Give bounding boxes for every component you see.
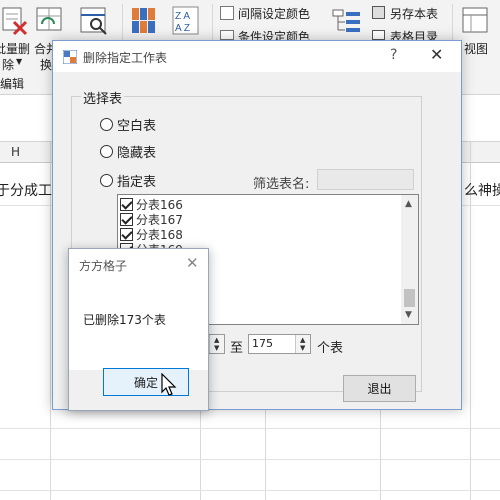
radio-label: 空白表 bbox=[117, 119, 157, 134]
radio-button[interactable] bbox=[100, 174, 113, 187]
dialog-titlebar[interactable]: 删除指定工作表 ? ✕ bbox=[53, 41, 461, 72]
conditional-color-icon bbox=[220, 30, 234, 40]
message-body: 已删除173个表 bbox=[69, 280, 208, 370]
message-text: 已删除173个表 bbox=[83, 313, 166, 327]
cell-text-left[interactable]: 于分成工 bbox=[0, 180, 52, 200]
radio-button[interactable] bbox=[100, 145, 113, 158]
save-icon bbox=[372, 6, 385, 19]
list-scrollbar[interactable]: ▲ ▼ bbox=[401, 195, 418, 324]
grid-line bbox=[380, 410, 381, 500]
exit-button-label: 退出 bbox=[367, 382, 392, 396]
merge-icon[interactable] bbox=[36, 6, 64, 36]
ok-button-label: 确定 bbox=[133, 375, 158, 390]
exit-button[interactable]: 退出 bbox=[343, 375, 416, 402]
filter-name-input[interactable] bbox=[317, 169, 414, 190]
group-title: 选择表 bbox=[81, 88, 125, 107]
spin-up-icon[interactable]: ▲ bbox=[300, 336, 305, 344]
grid-line bbox=[0, 459, 500, 460]
scroll-thumb[interactable] bbox=[404, 289, 415, 307]
checkbox[interactable] bbox=[120, 228, 133, 241]
scroll-down-icon[interactable]: ▼ bbox=[405, 310, 412, 320]
message-box: 方方格子 ✕ 已删除173个表 确定 bbox=[68, 248, 209, 411]
list-tree-icon[interactable] bbox=[332, 8, 362, 36]
message-titlebar[interactable]: 方方格子 ✕ bbox=[69, 249, 208, 280]
checkbox[interactable] bbox=[120, 198, 133, 211]
save-sheet-label[interactable]: 另存本表 bbox=[390, 5, 438, 22]
grid-line bbox=[0, 490, 500, 491]
view-icon[interactable] bbox=[462, 6, 490, 36]
close-icon[interactable]: ✕ bbox=[430, 45, 443, 64]
spinner-buttons[interactable]: ▲ ▼ bbox=[295, 335, 310, 353]
column-header-h[interactable]: H bbox=[11, 145, 20, 159]
sort-az-icon[interactable]: Z A A Z bbox=[172, 6, 200, 36]
color-blocks-icon[interactable] bbox=[130, 6, 158, 36]
find-table-icon[interactable] bbox=[80, 6, 110, 36]
radio-label: 隐藏表 bbox=[117, 146, 157, 161]
batch-delete-label-1[interactable]: 批量删 bbox=[0, 40, 30, 57]
radio-hidden-sheets[interactable]: 隐藏表 bbox=[100, 142, 156, 161]
edit-group-label: 编辑 bbox=[0, 77, 25, 91]
grid-line bbox=[0, 428, 500, 429]
filter-name-label: 筛选表名: bbox=[253, 177, 310, 192]
spinner-buttons[interactable]: ▲ ▼ bbox=[209, 335, 224, 353]
view-label[interactable]: 视图 bbox=[464, 40, 488, 57]
radio-specified-sheets[interactable]: 指定表 bbox=[100, 171, 156, 190]
batch-delete-label-2[interactable]: 除 bbox=[2, 56, 14, 73]
checkbox[interactable] bbox=[120, 213, 133, 226]
close-icon[interactable]: ✕ bbox=[186, 254, 199, 272]
radio-button[interactable] bbox=[100, 118, 113, 131]
to-label: 至 bbox=[230, 341, 244, 356]
range-end-spinner[interactable]: 175 ▲ ▼ bbox=[248, 334, 311, 354]
dialog-title: 删除指定工作表 bbox=[83, 51, 168, 65]
delete-sheets-icon[interactable] bbox=[2, 6, 28, 36]
scroll-up-icon[interactable]: ▲ bbox=[405, 199, 412, 209]
merge-label-2[interactable]: 换 bbox=[40, 56, 52, 73]
radio-blank-sheets[interactable]: 空白表 bbox=[100, 115, 156, 134]
grid-line bbox=[265, 410, 266, 500]
unit-label: 个表 bbox=[317, 341, 344, 356]
svg-text:Z A: Z A bbox=[175, 11, 190, 22]
interval-color-icon bbox=[220, 6, 234, 20]
interval-color-label[interactable]: 间隔设定颜色 bbox=[238, 5, 310, 22]
spin-up-icon[interactable]: ▲ bbox=[214, 336, 219, 344]
help-button[interactable]: ? bbox=[390, 47, 397, 63]
cell-text-right[interactable]: 么神操 bbox=[464, 180, 500, 200]
table-toc-icon bbox=[372, 30, 385, 40]
spin-down-icon[interactable]: ▼ bbox=[300, 344, 305, 352]
radio-label: 指定表 bbox=[117, 175, 157, 190]
range-end-value: 175 bbox=[252, 337, 273, 350]
dropdown-arrow-icon[interactable]: ▼ bbox=[16, 57, 22, 66]
app-icon bbox=[63, 50, 77, 64]
mouse-cursor-icon bbox=[161, 373, 177, 396]
svg-text:A Z: A Z bbox=[175, 23, 190, 34]
message-title: 方方格子 bbox=[79, 259, 128, 273]
spin-down-icon[interactable]: ▼ bbox=[214, 344, 219, 352]
